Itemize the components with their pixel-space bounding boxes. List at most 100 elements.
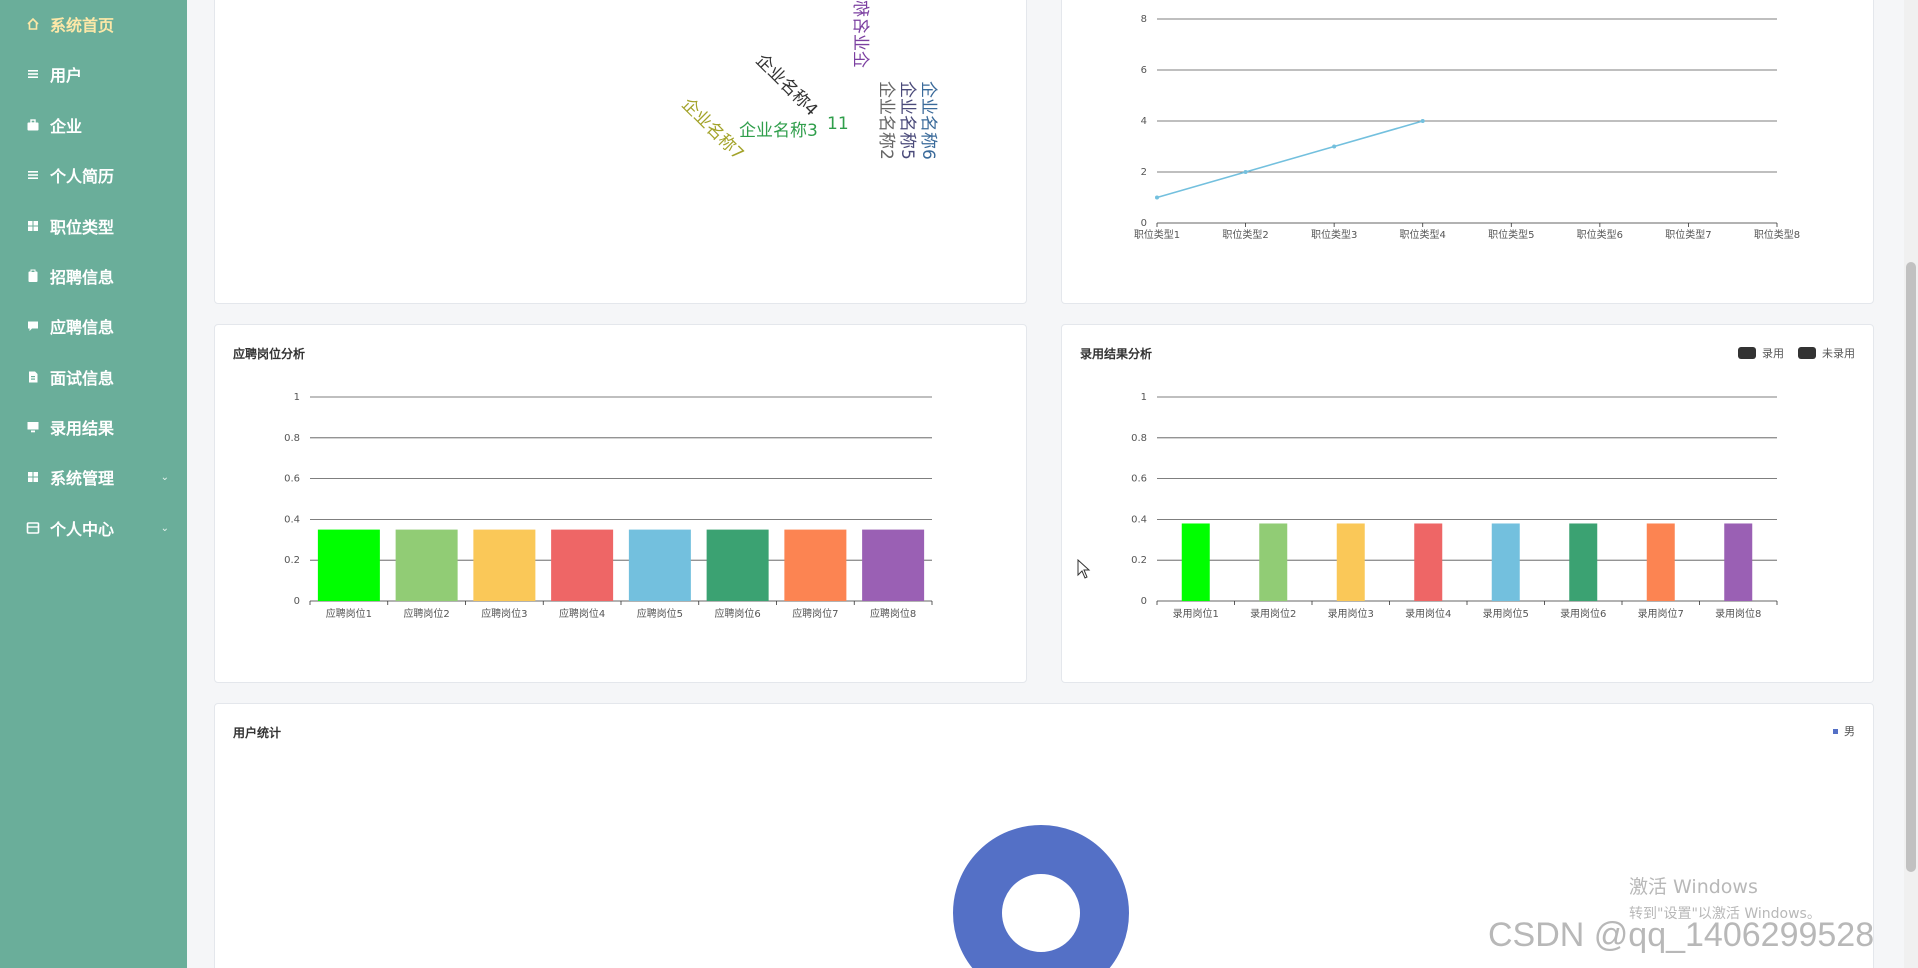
chart-legend[interactable]: 男 (1833, 723, 1855, 739)
sidebar-item-1[interactable]: 用户 (0, 54, 187, 94)
sidebar-item-10[interactable]: 个人中心 ⌄ (0, 508, 187, 548)
bar (628, 529, 691, 601)
wordcloud: 企业名称4企业名称7企业名称3 11 企业名称1 企业名称2 企业名称5 企业名称6 (677, 0, 938, 164)
bar (1259, 523, 1288, 601)
y-tick-label: 2 (1141, 167, 1147, 178)
x-tick-label: 应聘岗位7 (792, 607, 838, 620)
scrollbar-thumb[interactable] (1906, 262, 1916, 872)
legend-label: 录用 (1762, 347, 1784, 360)
wordcloud-word: 企业名称3 (739, 121, 818, 141)
sidebar-item-label: 系统首页 (50, 16, 115, 35)
x-tick-label: 应聘岗位8 (870, 607, 916, 620)
y-tick-label: 8 (1141, 14, 1147, 25)
activation-title: 激活 Windows (1629, 876, 1758, 898)
bar (784, 529, 847, 601)
data-point (1332, 144, 1337, 149)
wordcloud-word: 企业名称4 (751, 50, 821, 120)
y-tick-label: 0 (1141, 596, 1147, 607)
sidebar-item-label: 用户 (50, 66, 83, 85)
bar (473, 529, 536, 601)
wordcloud-word: 11 (827, 114, 849, 134)
x-tick-label: 录用岗位8 (1715, 607, 1761, 620)
y-tick-label: 0.6 (1131, 474, 1147, 485)
bar (395, 529, 458, 601)
grid-icon (26, 219, 40, 233)
sidebar-item-7[interactable]: 面试信息 (0, 357, 187, 397)
bar (1491, 523, 1520, 601)
y-tick-label: 4 (1141, 116, 1147, 127)
legend-label: 男 (1844, 725, 1855, 738)
sidebar-item-label: 应聘信息 (50, 318, 115, 337)
x-tick-label: 录用岗位7 (1638, 607, 1684, 620)
sidebar-item-3[interactable]: 个人简历 (0, 155, 187, 195)
line-chart-panel: 0 2 4 6 8 职位类型1 职位类型2 职位类型3 职位类型4 职位类型5 职位类型6 职位类型7… (1061, 0, 1874, 304)
data-point (1155, 195, 1159, 200)
y-tick-label: 6 (1141, 65, 1147, 76)
legend-swatch (1738, 347, 1756, 359)
chevron-down-icon: ⌄ (160, 471, 169, 483)
bar (317, 529, 380, 601)
legend-marker (1833, 728, 1838, 734)
x-tick-label: 应聘岗位4 (559, 607, 605, 620)
chevron-down-icon: ⌄ (160, 522, 169, 534)
bar (1336, 523, 1365, 601)
y-tick-label: 0.4 (1131, 514, 1147, 525)
list-icon (26, 168, 40, 182)
bar (862, 529, 925, 601)
wordcloud-word: 企业名称7 (677, 94, 747, 164)
application-chart-panel: 应聘岗位分析 0 0.2 0.4 0.6 0.8 1 应聘岗位1 应聘岗位2 应聘岗位3 应聘岗位… (214, 324, 1027, 683)
sidebar-item-9[interactable]: 系统管理 ⌄ (0, 457, 187, 497)
bar (1569, 523, 1598, 601)
x-tick-label: 录用岗位5 (1483, 607, 1529, 620)
sidebar-item-label: 个人中心 (50, 520, 115, 539)
y-tick-label: 0 (294, 596, 300, 607)
series-line (1156, 120, 1423, 199)
sidebar-item-4[interactable]: 职位类型 (0, 206, 187, 246)
x-tick-label: 职位类型5 (1488, 228, 1534, 241)
y-tick-label: 0.8 (1131, 433, 1147, 444)
sidebar-item-label: 系统管理 (50, 469, 115, 488)
y-tick-label: 1 (294, 392, 300, 403)
pie-slice (953, 825, 1129, 968)
sidebar-item-0[interactable]: 系统首页 (0, 4, 187, 44)
x-tick-label: 录用岗位1 (1173, 607, 1219, 620)
clipboard-icon (26, 269, 40, 283)
line-chart: 0 2 4 6 8 职位类型1 职位类型2 职位类型3 职位类型4 职位类型5 职位类型6 职位类型7… (1134, 14, 1800, 241)
x-tick-label: 应聘岗位3 (481, 607, 527, 620)
wordcloud-word: 企业名称5 (897, 81, 917, 160)
sidebar-item-6[interactable]: 应聘信息 (0, 306, 187, 346)
bar (1724, 523, 1753, 601)
x-tick-label: 职位类型6 (1577, 228, 1623, 241)
folder-icon (26, 521, 40, 535)
x-tick-label: 录用岗位3 (1328, 607, 1374, 620)
y-tick-label: 0.6 (284, 474, 300, 485)
y-tick-label: 0.2 (1131, 555, 1147, 566)
sidebar-item-label: 面试信息 (50, 369, 115, 388)
x-tick-label: 应聘岗位5 (637, 607, 683, 620)
y-tick-label: 1 (1141, 392, 1147, 403)
sidebar-item-5[interactable]: 招聘信息 (0, 256, 187, 296)
x-tick-label: 职位类型7 (1665, 228, 1711, 241)
x-tick-label: 职位类型4 (1400, 228, 1446, 241)
sidebar-item-2[interactable]: 企业 (0, 105, 187, 145)
scrollbar[interactable] (1904, 0, 1918, 968)
x-tick-label: 应聘岗位2 (403, 607, 449, 620)
y-tick-label: 0.2 (284, 555, 300, 566)
panel-title: 录用结果分析 (1080, 347, 1153, 361)
chart-legend[interactable]: 录用 未录用 (1738, 345, 1855, 361)
sidebar-item-label: 个人简历 (50, 167, 115, 186)
bar (551, 529, 614, 601)
x-tick-label: 应聘岗位1 (326, 607, 372, 620)
panel-title: 用户统计 (233, 726, 282, 740)
sidebar-item-8[interactable]: 录用结果 (0, 407, 187, 447)
wordcloud-word: 企业名称1 (850, 0, 870, 68)
briefcase-icon (26, 118, 40, 132)
x-tick-label: 职位类型2 (1222, 228, 1268, 241)
bar (1181, 523, 1210, 601)
bar (1646, 523, 1675, 601)
panel-title: 应聘岗位分析 (233, 347, 306, 361)
sidebar: 系统首页 用户 企业 个人简历 职位类型 招聘信息 应聘信息 面试信息 录用结果 系统管理 ⌄ 个人中… (0, 0, 187, 968)
x-tick-label: 应聘岗位6 (714, 607, 760, 620)
sidebar-item-label: 企业 (50, 117, 83, 136)
data-point (1243, 170, 1248, 174)
